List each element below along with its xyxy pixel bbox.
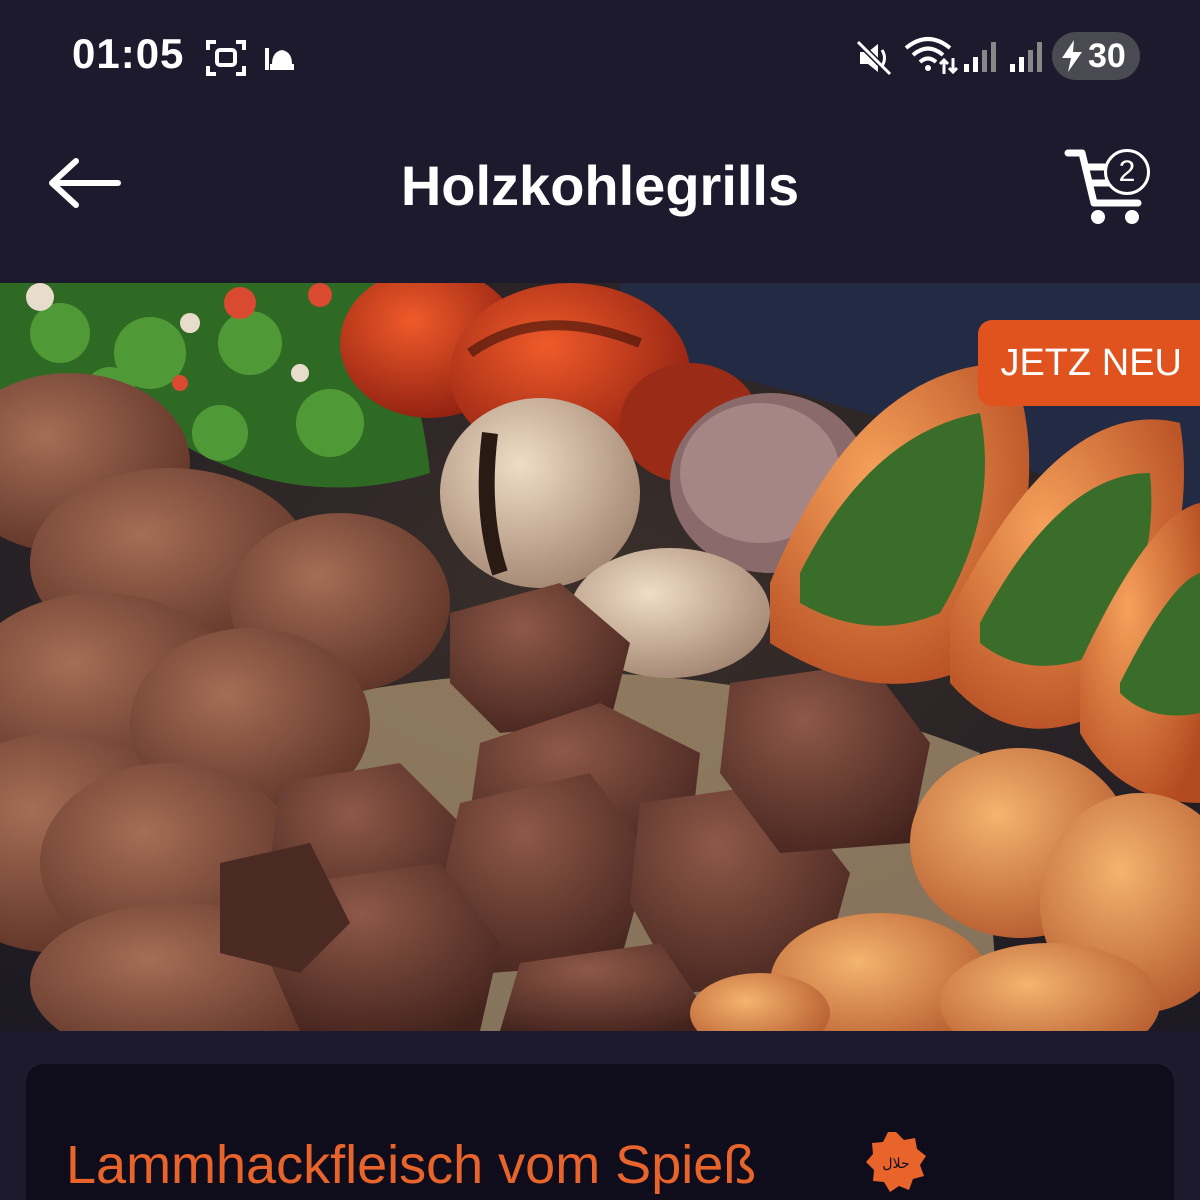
page-title: Holzkohlegrills bbox=[400, 154, 800, 217]
signal-icon bbox=[964, 42, 996, 72]
mute-icon bbox=[855, 39, 893, 77]
screen-record-icon bbox=[206, 40, 246, 76]
status-bar: 01:05 30 bbox=[0, 0, 1200, 115]
cart-count-badge: 2 bbox=[1104, 149, 1150, 195]
status-time: 01:05 bbox=[72, 30, 185, 77]
battery-level: 30 bbox=[1088, 36, 1126, 75]
svg-text:حلال: حلال bbox=[882, 1156, 909, 1172]
battery-indicator: 30 bbox=[1052, 32, 1140, 80]
product-card[interactable]: Lammhackfleisch vom Spieß حلال bbox=[26, 1064, 1174, 1200]
wifi-icon bbox=[904, 37, 958, 75]
mosque-icon bbox=[265, 48, 294, 70]
hero-image: JETZ NEU bbox=[0, 283, 1200, 1031]
signal-icon bbox=[1010, 42, 1042, 72]
app-bar: Holzkohlegrills 2 bbox=[0, 115, 1200, 283]
halal-badge-icon: حلال bbox=[866, 1132, 926, 1192]
charging-icon bbox=[1062, 40, 1082, 72]
product-name: Lammhackfleisch vom Spieß bbox=[66, 1135, 757, 1195]
new-badge: JETZ NEU bbox=[978, 320, 1200, 406]
